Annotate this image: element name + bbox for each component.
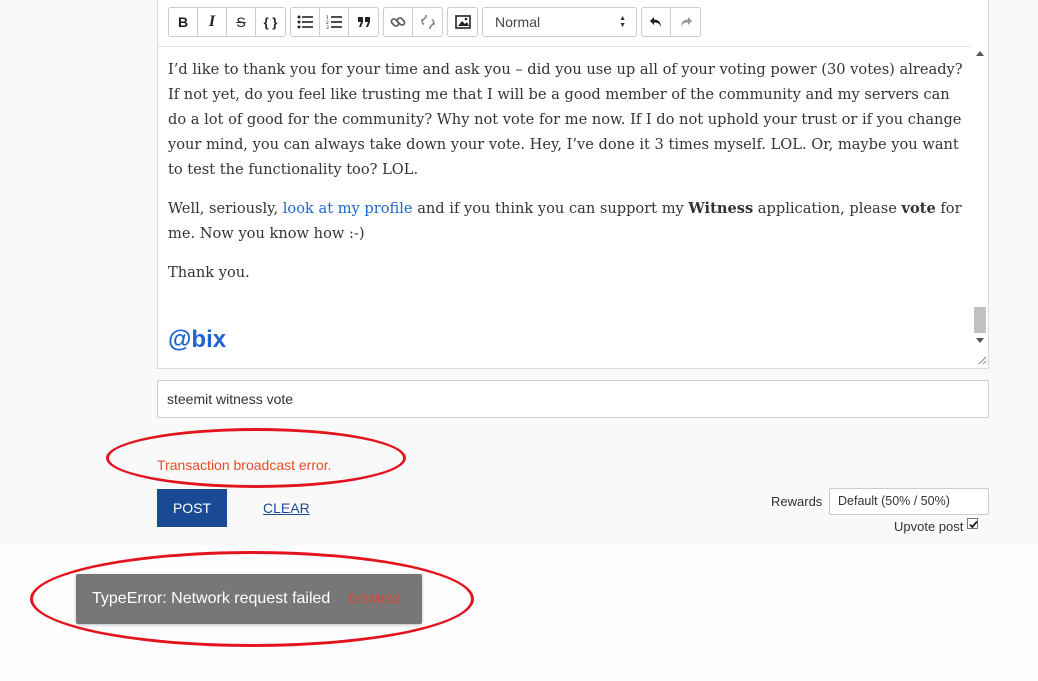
- image-icon: [454, 15, 471, 29]
- text-span: Well, seriously,: [168, 200, 283, 217]
- editor-toolbar: B I S { } 123 Normal ▲ ▼: [168, 7, 705, 37]
- image-group: [447, 7, 478, 37]
- toolbar-divider: [158, 46, 970, 47]
- history-group: [641, 7, 701, 37]
- strikethrough-button[interactable]: S: [227, 8, 256, 36]
- upvote-checkbox[interactable]: [967, 518, 979, 529]
- heading-select[interactable]: Normal ▲ ▼: [482, 7, 637, 37]
- redo-button[interactable]: [671, 8, 700, 36]
- numbered-list-icon: 123: [326, 15, 342, 29]
- checkmark-icon: [969, 520, 979, 529]
- format-group: B I S { }: [168, 7, 286, 37]
- annotation-circle: [106, 428, 406, 488]
- redo-icon: [680, 17, 692, 27]
- upvote-post-toggle[interactable]: Upvote post: [894, 518, 979, 534]
- bold-text: vote: [901, 200, 936, 217]
- editor-content[interactable]: I’d like to thank you for your time and …: [168, 57, 968, 299]
- editor-scrollbar[interactable]: [972, 47, 988, 349]
- heading-select-value: Normal: [495, 14, 541, 30]
- resize-grip-icon[interactable]: [977, 355, 987, 365]
- rewards-select[interactable]: Default (50% / 50%): [829, 488, 989, 515]
- compose-area: B I S { } 123 Normal ▲ ▼ I’d like to tha…: [0, 0, 1038, 545]
- link-icon: [390, 17, 406, 27]
- unlink-button[interactable]: [413, 8, 442, 36]
- list-group: 123: [290, 7, 379, 37]
- blockquote-button[interactable]: [349, 8, 378, 36]
- undo-icon: [650, 17, 661, 27]
- unlink-icon: [420, 15, 435, 29]
- undo-button[interactable]: [642, 8, 671, 36]
- editor-paragraph: Thank you.: [168, 264, 250, 281]
- editor-paragraph: I’d like to thank you for your time and …: [168, 61, 963, 178]
- quote-icon: [357, 17, 370, 27]
- tags-input[interactable]: steemit witness vote: [157, 380, 989, 418]
- link-button[interactable]: [384, 8, 413, 36]
- upvote-post-label: Upvote post: [894, 519, 964, 534]
- scroll-down-icon[interactable]: [976, 338, 984, 343]
- text-span: and if you think you can support my: [412, 200, 689, 217]
- code-button[interactable]: { }: [256, 8, 285, 36]
- link-group: [383, 7, 443, 37]
- select-arrows-icon: ▲ ▼: [619, 15, 626, 29]
- image-button[interactable]: [448, 8, 477, 36]
- annotation-circle: [30, 551, 474, 647]
- rich-text-editor: B I S { } 123 Normal ▲ ▼ I’d like to tha…: [157, 0, 989, 369]
- bullet-list-icon: [297, 15, 313, 29]
- italic-button[interactable]: I: [198, 8, 227, 36]
- bullet-list-button[interactable]: [291, 8, 320, 36]
- rewards-label: Rewards: [771, 494, 823, 509]
- user-mention-link[interactable]: @bix: [168, 326, 226, 354]
- scroll-up-icon[interactable]: [976, 51, 984, 56]
- numbered-list-button[interactable]: 123: [320, 8, 349, 36]
- editor-paragraph: Well, seriously, look at my profile and …: [168, 196, 968, 246]
- bold-text: Witness: [688, 200, 754, 217]
- profile-link[interactable]: look at my profile: [283, 200, 413, 217]
- clear-button[interactable]: CLEAR: [263, 500, 310, 516]
- svg-text:3: 3: [326, 25, 329, 29]
- bold-button[interactable]: B: [169, 8, 198, 36]
- text-span: application, please: [753, 200, 902, 217]
- scroll-thumb[interactable]: [974, 307, 986, 333]
- post-button[interactable]: POST: [157, 489, 227, 527]
